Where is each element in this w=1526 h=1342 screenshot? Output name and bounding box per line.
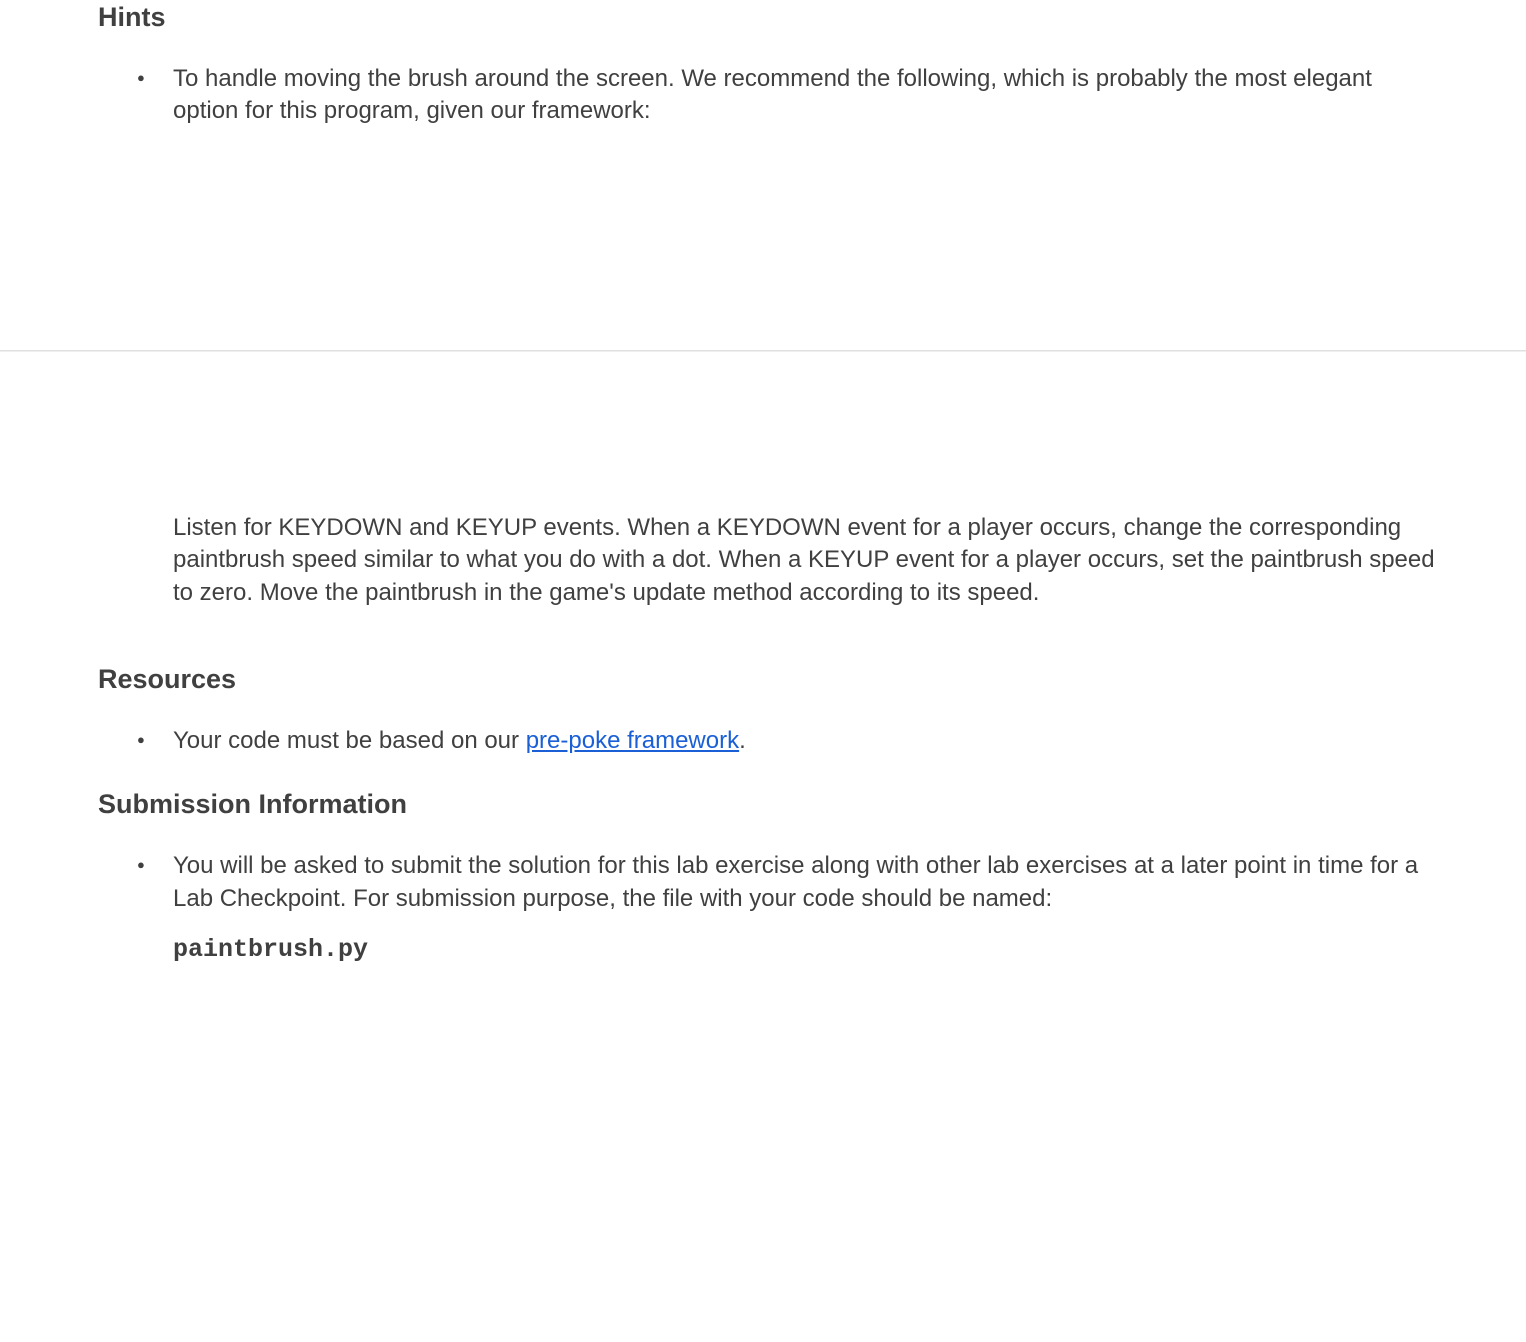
resources-bullet-1: Your code must be based on our pre-poke … <box>173 725 1436 757</box>
submission-bullet-1: You will be asked to submit the solution… <box>173 850 1436 915</box>
hints-heading: Hints <box>98 2 1436 33</box>
hints-list: To handle moving the brush around the sc… <box>98 63 1436 128</box>
resources-text-prefix: Your code must be based on our <box>173 727 526 754</box>
resources-list: Your code must be based on our pre-poke … <box>98 725 1436 757</box>
submission-filename: paintbrush.py <box>98 935 1436 964</box>
pre-poke-framework-link[interactable]: pre-poke framework <box>526 727 739 754</box>
hints-bullet-1: To handle moving the brush around the sc… <box>173 63 1436 128</box>
hints-paragraph: Listen for KEYDOWN and KEYUP events. Whe… <box>98 512 1436 609</box>
resources-heading: Resources <box>98 664 1436 695</box>
submission-list: You will be asked to submit the solution… <box>98 850 1436 915</box>
submission-heading: Submission Information <box>98 789 1436 820</box>
resources-text-suffix: . <box>739 727 746 754</box>
